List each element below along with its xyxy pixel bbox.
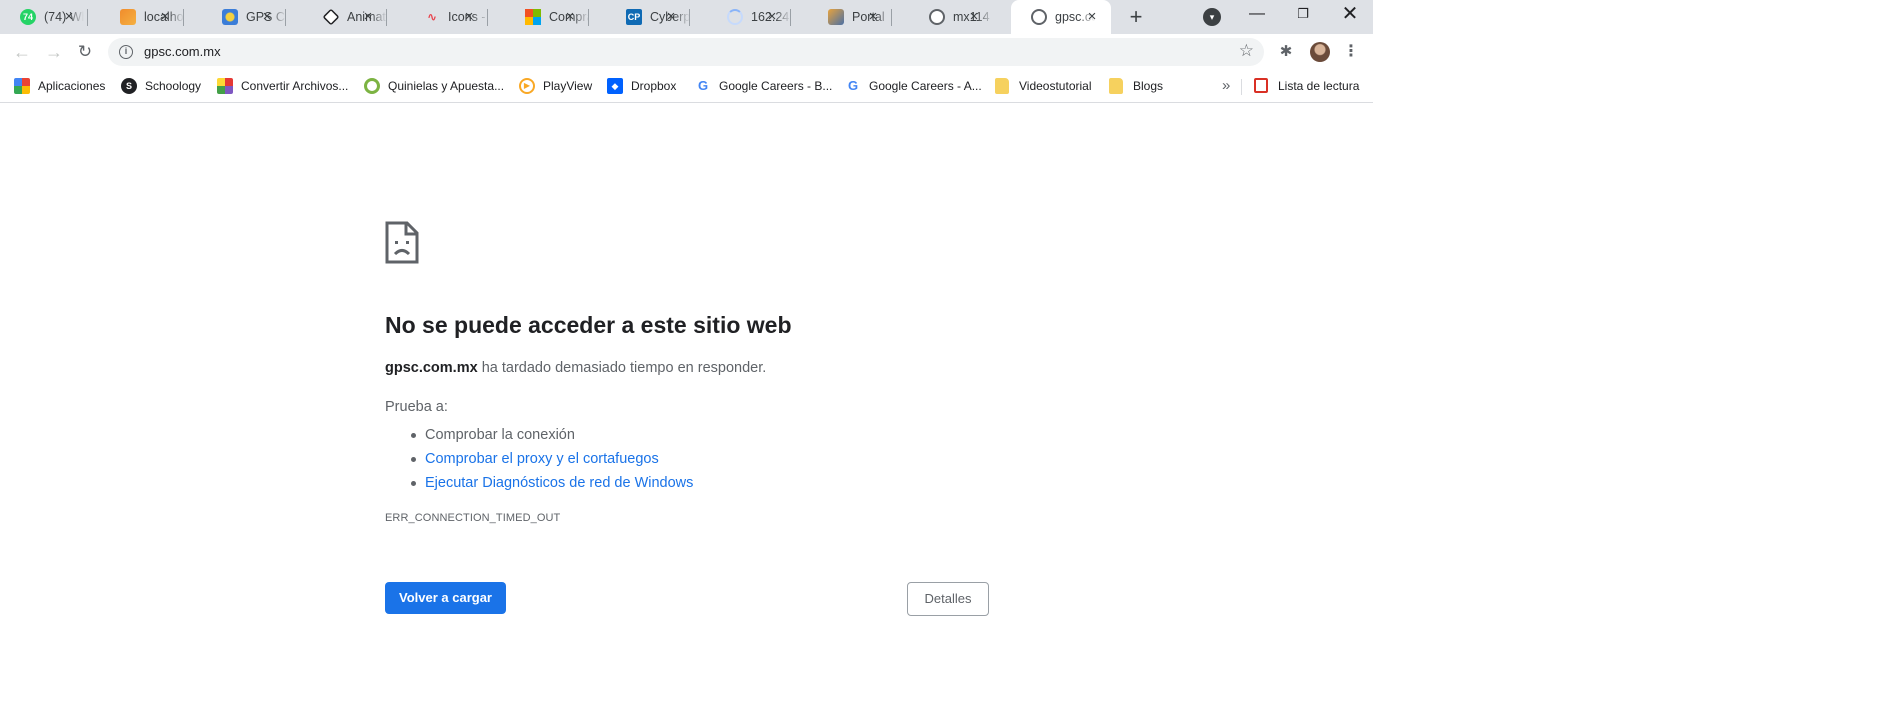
extensions-icon[interactable]: ✱ — [1276, 42, 1296, 62]
bookmark-label: Blogs — [1133, 79, 1164, 93]
minimize-button[interactable]: — — [1234, 0, 1280, 30]
suggestion-check-connection: Comprobar la conexión — [410, 423, 693, 447]
dropbox-icon: ◆ — [607, 78, 623, 94]
sad-document-icon — [385, 221, 419, 264]
error-summary: gpsc.com.mx ha tardado demasiado tiempo … — [385, 360, 766, 376]
reload-button[interactable]: Volver a cargar — [385, 582, 506, 614]
whatsapp-icon: 74 — [20, 9, 36, 25]
tab-separator — [386, 9, 387, 26]
close-icon[interactable]: × — [60, 8, 78, 26]
close-icon[interactable]: × — [965, 8, 983, 26]
tab-separator — [891, 9, 892, 26]
error-summary-text: ha tardado demasiado tiempo en responder… — [477, 360, 767, 376]
toolbar: ← → ↻ i gpsc.com.mx ☆ ✱ ⋮ — [0, 34, 1373, 70]
close-icon[interactable]: × — [763, 8, 781, 26]
convert-icon — [217, 78, 233, 94]
close-icon[interactable]: × — [460, 8, 478, 26]
apps-grid-icon — [14, 78, 30, 94]
tab[interactable]: 74 (74) WhatsApp × — [0, 0, 88, 34]
info-icon[interactable]: i — [119, 45, 133, 59]
tab[interactable]: 162.241 × — [707, 0, 791, 34]
error-host: gpsc.com.mx — [385, 360, 478, 376]
icons-icon: ∿ — [426, 10, 438, 24]
error-page: No se puede acceder a este sitio web gps… — [0, 103, 1904, 728]
suggestion-run-diagnostics-link[interactable]: Ejecutar Diagnósticos de red de Windows — [410, 471, 693, 495]
restore-button[interactable]: ❐ — [1280, 0, 1326, 30]
bookmark-label: Google Careers - A... — [869, 79, 982, 93]
suggestions-label: Prueba a: — [385, 399, 448, 415]
tab-separator — [487, 9, 488, 26]
close-window-button[interactable]: ✕ — [1327, 0, 1373, 30]
quinielas-icon — [364, 78, 380, 94]
reading-list-icon — [1254, 78, 1268, 93]
globe-icon — [929, 9, 945, 25]
close-icon[interactable]: × — [561, 8, 579, 26]
bookmark-label: Dropbox — [631, 79, 677, 93]
avatar[interactable] — [1310, 42, 1330, 62]
xampp-icon — [120, 9, 136, 25]
tab[interactable]: CP Cyberpuerta × — [606, 0, 690, 34]
url-text[interactable]: gpsc.com.mx — [144, 44, 221, 60]
bookmark-label: Aplicaciones — [38, 79, 106, 93]
close-icon[interactable]: × — [156, 8, 174, 26]
tab-active[interactable]: gpsc.com.mx × — [1011, 0, 1111, 34]
menu-icon[interactable]: ⋮ — [1341, 42, 1361, 62]
tab-separator — [183, 9, 184, 26]
folder-icon — [1109, 78, 1123, 94]
tab-separator — [285, 9, 286, 26]
details-button[interactable]: Detalles — [907, 582, 989, 616]
tab[interactable]: Animate × — [303, 0, 387, 34]
reload-icon[interactable]: ↻ — [73, 40, 97, 64]
tab[interactable]: mx114 × — [909, 0, 993, 34]
bookmark-label: Quinielas y Apuesta... — [388, 79, 505, 93]
tab[interactable]: Comprar × — [505, 0, 589, 34]
tab-separator — [689, 9, 690, 26]
tab-separator — [87, 9, 88, 26]
playview-icon: ▶ — [519, 78, 535, 94]
bookmark-label: Videostutorial — [1019, 79, 1092, 93]
page-title: No se puede acceder a este sitio web — [385, 312, 792, 338]
microsoft-icon — [525, 9, 541, 25]
cyberpuerta-icon: CP — [626, 9, 642, 25]
google-icon: G — [697, 78, 709, 93]
bookmark-label: Convertir Archivos... — [241, 79, 349, 93]
gps-icon — [222, 9, 238, 25]
close-icon[interactable]: × — [864, 8, 882, 26]
suggestions-list: Comprobar la conexión Comprobar el proxy… — [410, 423, 693, 495]
browser-chrome: 74 (74) WhatsApp × localhost × GPS Contr… — [0, 0, 1373, 103]
bookmark-label: PlayView — [543, 79, 593, 93]
tab[interactable]: ∿ Icons - × — [404, 0, 488, 34]
bookmark-label: Schoology — [145, 79, 202, 93]
divider — [1241, 79, 1242, 95]
tab-separator — [588, 9, 589, 26]
bookmark-label: Google Careers - B... — [719, 79, 833, 93]
google-icon: G — [847, 78, 859, 93]
bookmarks-overflow-icon[interactable]: » — [1222, 77, 1230, 95]
close-icon[interactable]: × — [1083, 8, 1101, 26]
forward-button[interactable]: → — [42, 40, 66, 64]
globe-icon — [1031, 9, 1047, 25]
schoology-icon: S — [121, 78, 137, 94]
reading-list-label: Lista de lectura — [1278, 79, 1360, 93]
tab[interactable]: GPS Control × — [202, 0, 286, 34]
error-code: ERR_CONNECTION_TIMED_OUT — [385, 512, 561, 524]
portal-icon — [828, 9, 844, 25]
bookmark-star-icon[interactable]: ☆ — [1239, 41, 1254, 61]
tab[interactable]: Portal × — [808, 0, 892, 34]
close-icon[interactable]: × — [359, 8, 377, 26]
back-button[interactable]: ← — [10, 40, 34, 64]
tab-search-icon[interactable]: ▾ — [1203, 8, 1221, 26]
address-bar[interactable]: i gpsc.com.mx ☆ — [108, 38, 1264, 66]
tab[interactable]: localhost × — [100, 0, 184, 34]
tab-separator — [790, 9, 791, 26]
close-icon[interactable]: × — [662, 8, 680, 26]
codepen-icon — [322, 8, 340, 26]
folder-icon — [995, 78, 1009, 94]
suggestion-check-proxy-link[interactable]: Comprobar el proxy y el cortafuegos — [410, 447, 693, 471]
new-tab-button[interactable]: + — [1122, 5, 1150, 29]
close-icon[interactable]: × — [258, 8, 276, 26]
tab-strip: 74 (74) WhatsApp × localhost × GPS Contr… — [0, 0, 1373, 34]
bookmarks-bar: Aplicaciones S Schoology Convertir Archi… — [0, 70, 1373, 103]
loading-icon — [727, 9, 743, 25]
